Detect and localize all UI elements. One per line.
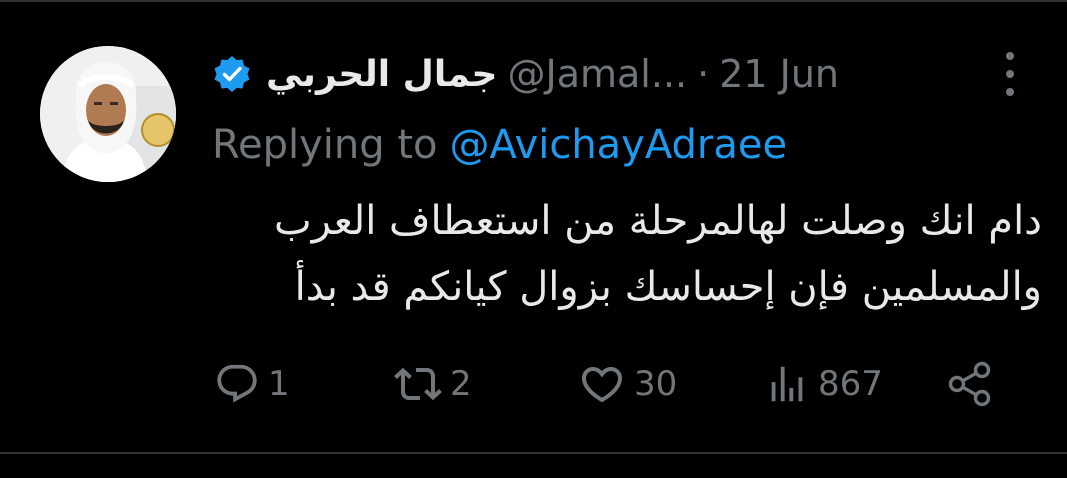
like-button[interactable]: 30 bbox=[578, 344, 677, 424]
tweet-text-line: دام انك وصلت لهالمرحلة من استعطاف العرب bbox=[273, 198, 1042, 244]
replying-to: Replying to @AvichayAdraee bbox=[212, 118, 787, 172]
display-name[interactable]: جمال الحربي bbox=[266, 54, 498, 95]
tweet-text: دام انك وصلت لهالمرحلة من استعطاف العرب … bbox=[212, 188, 1042, 320]
user-handle[interactable]: @Jamal... bbox=[508, 52, 688, 96]
action-bar: 1 2 30 867 bbox=[0, 344, 1067, 424]
reply-icon bbox=[217, 364, 257, 403]
heart-icon bbox=[581, 367, 623, 403]
reply-mention-link[interactable]: @AvichayAdraee bbox=[450, 122, 788, 168]
top-divider bbox=[0, 0, 1067, 2]
more-options-icon[interactable] bbox=[996, 52, 1024, 96]
tweet-header: جمال الحربي @Jamal... · 21 Jun bbox=[212, 44, 839, 104]
retweet-icon bbox=[394, 367, 442, 401]
avatar[interactable] bbox=[40, 46, 176, 182]
separator-dot: · bbox=[697, 52, 710, 96]
replying-to-label: Replying to bbox=[212, 122, 438, 168]
like-count: 30 bbox=[634, 364, 678, 404]
verified-badge-icon bbox=[212, 54, 252, 94]
views-button[interactable]: 867 bbox=[764, 344, 883, 424]
retweet-button[interactable]: 2 bbox=[394, 344, 472, 424]
retweet-count: 2 bbox=[450, 364, 472, 404]
share-icon bbox=[948, 361, 991, 407]
bottom-divider bbox=[0, 452, 1067, 454]
reply-button[interactable]: 1 bbox=[214, 344, 290, 424]
tweet-date[interactable]: 21 Jun bbox=[719, 52, 839, 96]
share-button[interactable] bbox=[944, 344, 996, 424]
tweet-text-line: والمسلمين فإن إحساسك بزوال كيانكم قد بدأ bbox=[294, 264, 1042, 310]
reply-count: 1 bbox=[268, 364, 290, 404]
views-count: 867 bbox=[818, 364, 883, 404]
views-chart-icon bbox=[771, 366, 803, 402]
